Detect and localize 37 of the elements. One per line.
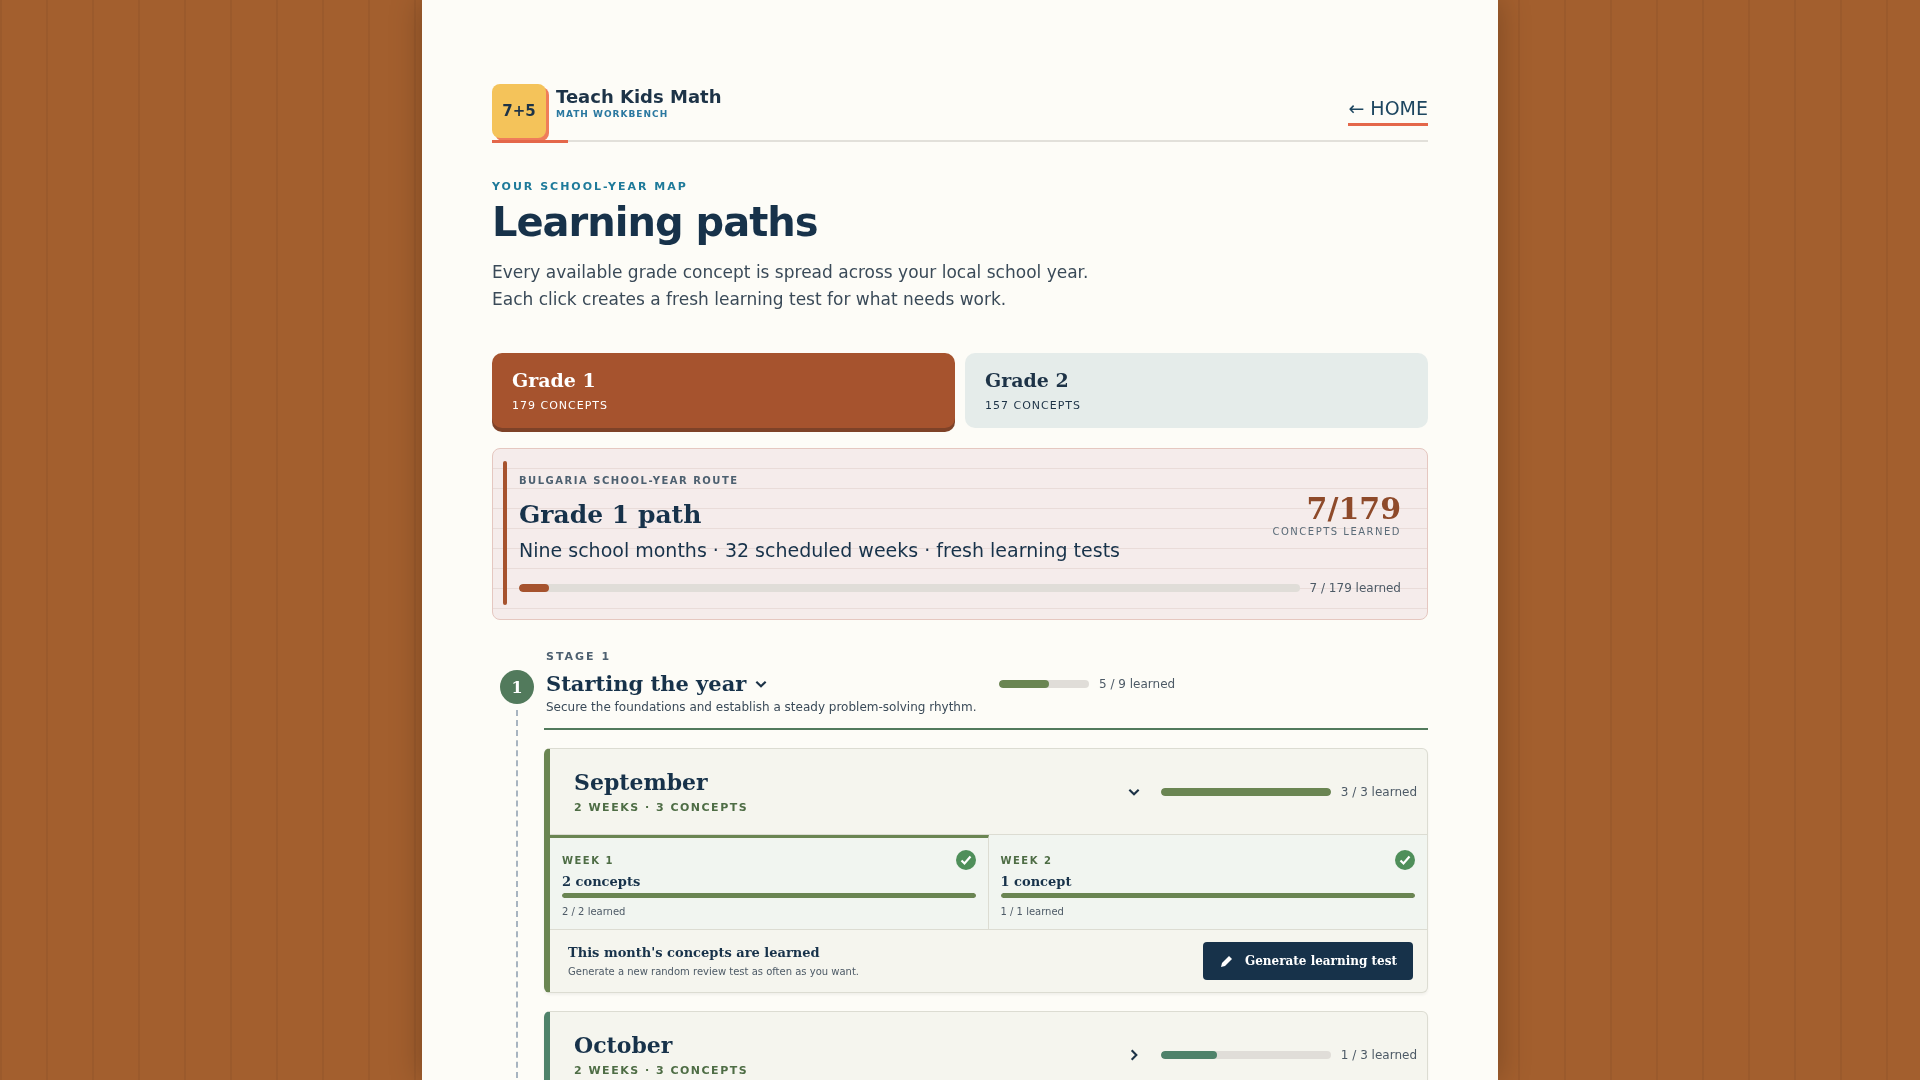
stage-title[interactable]: Starting the year (546, 671, 999, 696)
generate-test-button[interactable]: Generate learning test (1202, 942, 1413, 980)
week-title: 1 concept (1000, 874, 1073, 889)
footer-text: Generate a new random review test as often as you want. (568, 966, 859, 977)
page-description: Every available grade concept is spread across your local school year. Each click creates a fresh learning test for what needs work. (492, 261, 1090, 311)
month-meta: 2 WEEKS · 3 CONCEPTS (574, 1064, 750, 1077)
progress-reading: 3 / 3 learned (1340, 784, 1417, 799)
path-title: Grade 1 path (519, 500, 703, 529)
week-label: WEEK 1 (562, 854, 614, 866)
month-name: September (574, 769, 709, 795)
week-card[interactable]: WEEK 2 1 concept 1 / 1 learned (988, 835, 1427, 929)
path-subtitle: Nine school months · 32 scheduled weeks · fresh learning tests (519, 539, 1120, 561)
pencil-icon (1218, 953, 1235, 969)
stage-description: Secure the foundations and establish a steady problem-solving rhythm. (545, 700, 978, 714)
page-title: Learning paths (492, 199, 819, 245)
month-meta: 2 WEEKS · 3 CONCEPTS (574, 801, 750, 814)
month-name: October (574, 1032, 674, 1058)
stage-number: 1 (500, 670, 534, 704)
progress-reading: 2 / 2 learned (562, 906, 627, 917)
learned-count: 7/179 (1306, 491, 1401, 526)
grade-tab[interactable]: Grade 2 157 CONCEPTS (965, 353, 1428, 428)
brand-tagline: MATH WORKBENCH (556, 109, 670, 119)
week-card[interactable]: WEEK 1 2 concepts 2 / 2 learned (550, 835, 989, 929)
week-title: 2 concepts (562, 874, 642, 889)
footer-title: This month's concepts are learned (568, 945, 821, 960)
learned-label: CONCEPTS LEARNED (1272, 526, 1401, 537)
path-eyebrow: BULGARIA SCHOOL-YEAR ROUTE (519, 475, 740, 486)
progress-reading: 1 / 1 learned (1000, 906, 1065, 917)
progress-reading: 5 / 9 learned (1099, 676, 1176, 691)
page-eyebrow: YOUR SCHOOL-YEAR MAP (492, 180, 689, 193)
progress-reading: 1 / 3 learned (1340, 1047, 1417, 1062)
brand-name: Teach Kids Math (556, 86, 722, 107)
progress-reading: 7 / 179 learned (1309, 581, 1401, 595)
stage-label: STAGE 1 (545, 650, 613, 663)
week-label: WEEK 2 (1000, 854, 1053, 866)
logo-tile: 7+5 (492, 84, 546, 138)
home-link[interactable]: ← HOME (1348, 97, 1428, 126)
